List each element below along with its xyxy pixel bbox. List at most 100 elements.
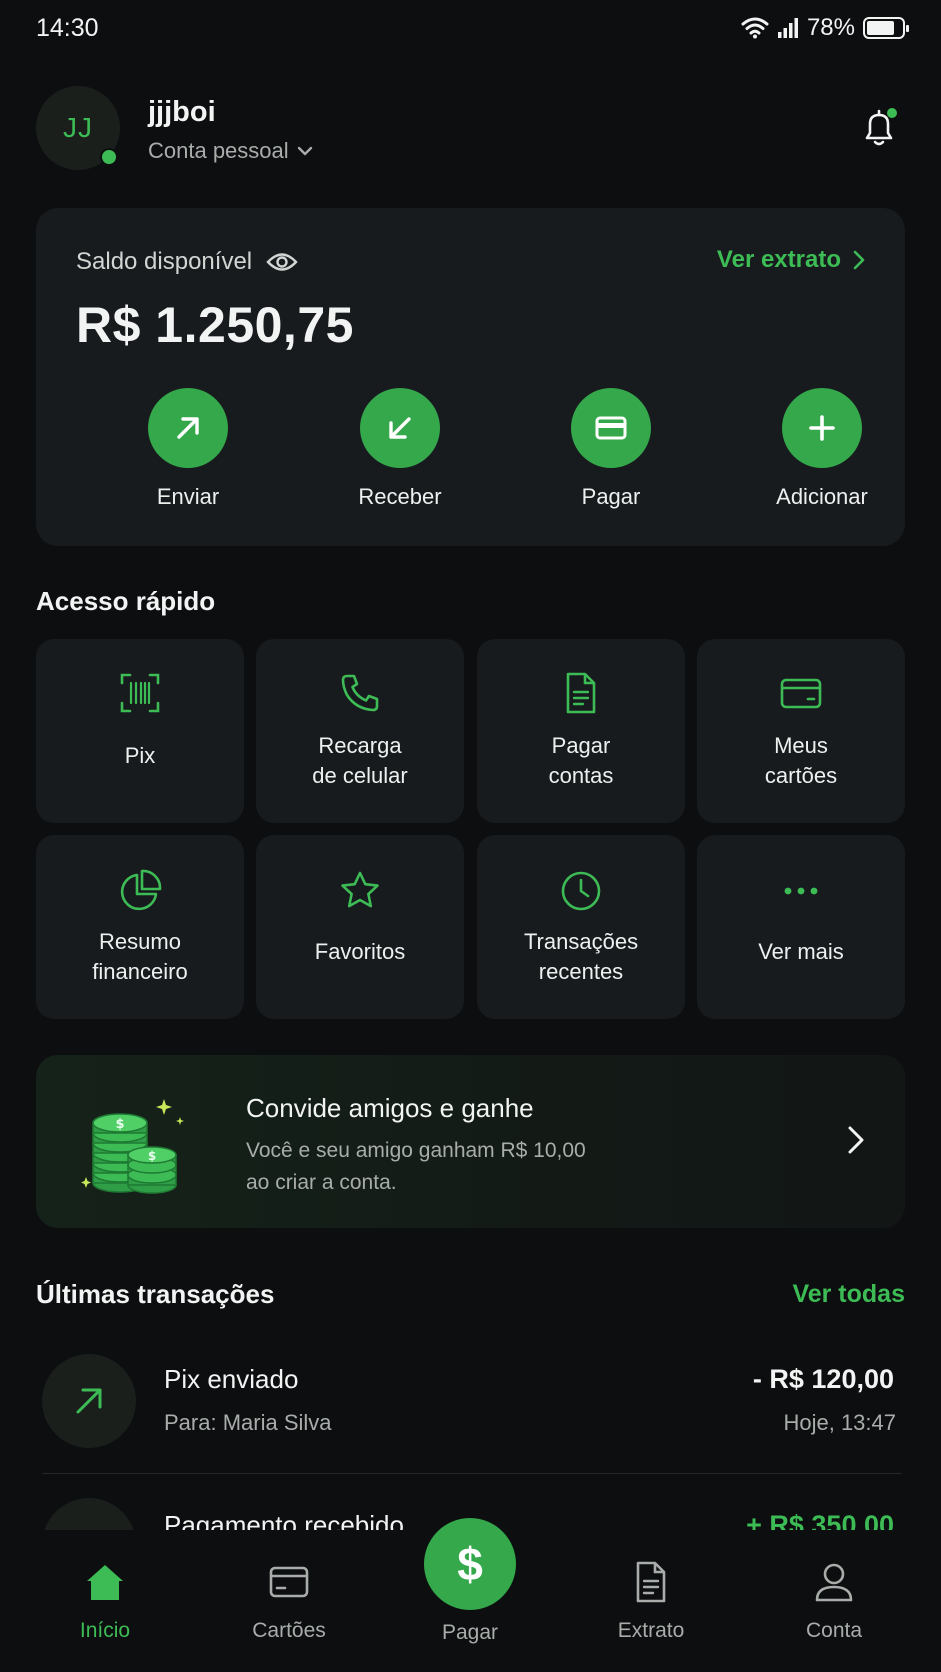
transaction-date: Hoje, 13:47 bbox=[783, 1410, 896, 1435]
pay-button[interactable]: Pagar bbox=[541, 388, 681, 510]
balance-actions: Enviar Receber Pagar Adicionar bbox=[36, 388, 905, 518]
balance-label: Saldo disponível bbox=[76, 248, 253, 275]
star-icon bbox=[341, 871, 379, 908]
quick-access-pix[interactable]: Pix bbox=[36, 639, 244, 823]
quick-access-phone-recharge[interactable]: Recarga de celular bbox=[256, 639, 464, 823]
label-line-1: Resumo bbox=[99, 929, 181, 954]
transaction-icon bbox=[42, 1498, 136, 1530]
quick-access-label: Recarga de celular bbox=[256, 731, 464, 791]
label-line-1: Recarga bbox=[318, 733, 402, 758]
status-indicators: 78% bbox=[741, 14, 909, 42]
quick-access-label: Ver mais bbox=[697, 937, 905, 967]
quick-access-label: Pagar contas bbox=[477, 731, 685, 791]
dollar-icon: $ bbox=[457, 1538, 483, 1590]
header: JJ jjjboi Conta pessoal bbox=[36, 86, 905, 172]
label-line-1: Transações bbox=[523, 929, 639, 954]
quick-access-my-cards[interactable]: Meus cartões bbox=[697, 639, 905, 823]
pay-action-circle bbox=[571, 388, 651, 468]
status-time: 14:30 bbox=[36, 14, 99, 42]
pie-chart-icon bbox=[120, 869, 162, 911]
transaction-title: Pix enviado bbox=[164, 1364, 299, 1394]
invite-friends-banner[interactable]: $ $ Convide amigos e ganhe Você e seu am… bbox=[36, 1055, 905, 1228]
card-icon bbox=[269, 1566, 309, 1598]
signal-icon bbox=[777, 18, 798, 38]
notification-bell-icon[interactable] bbox=[857, 106, 901, 150]
nav-account[interactable]: Conta bbox=[769, 1560, 899, 1643]
quick-access-pay-bills[interactable]: Pagar contas bbox=[477, 639, 685, 823]
transaction-icon bbox=[42, 1354, 136, 1448]
nav-label: Conta bbox=[805, 1619, 863, 1642]
quick-access-see-more[interactable]: Ver mais bbox=[697, 835, 905, 1019]
svg-text:$: $ bbox=[148, 1149, 156, 1163]
send-action-circle bbox=[148, 388, 228, 468]
home-icon bbox=[87, 1565, 123, 1600]
divider bbox=[42, 1473, 902, 1474]
label-line-2: recentes bbox=[538, 959, 624, 984]
quick-access-title: Acesso rápido bbox=[36, 586, 216, 616]
arrow-down-left-icon bbox=[389, 417, 411, 439]
quick-access-label: Favoritos bbox=[256, 937, 464, 967]
quick-access-label: Transações recentes bbox=[477, 927, 685, 987]
battery-percent: 78% bbox=[806, 14, 855, 41]
wifi-icon bbox=[741, 17, 769, 39]
balance-amount: R$ 1.250,75 bbox=[76, 297, 354, 353]
chevron-down-icon bbox=[297, 146, 312, 156]
label-line-2: cartões bbox=[764, 763, 838, 788]
quick-access-favorites[interactable]: Favoritos bbox=[256, 835, 464, 1019]
quick-access-label: Resumo financeiro bbox=[36, 927, 244, 987]
clock-icon bbox=[561, 871, 601, 911]
chevron-right-icon bbox=[853, 250, 865, 270]
invite-line-1: Você e seu amigo ganham R$ 10,00 bbox=[246, 1139, 586, 1162]
nav-cards[interactable]: Cartões bbox=[224, 1560, 354, 1643]
balance-label-row: Saldo disponível bbox=[76, 248, 298, 276]
see-all-transactions-link[interactable]: Ver todas bbox=[792, 1280, 905, 1309]
quick-access-recent-transactions[interactable]: Transações recentes bbox=[477, 835, 685, 1019]
card-icon bbox=[595, 416, 627, 440]
label-line-2: contas bbox=[548, 763, 614, 788]
eye-icon[interactable] bbox=[266, 251, 298, 273]
transaction-row[interactable]: Pix enviado Para: Maria Silva - R$ 120,0… bbox=[40, 1354, 902, 1464]
phone-icon bbox=[341, 674, 379, 712]
pay-fab-button[interactable]: $ bbox=[424, 1518, 516, 1610]
view-statement-label: Ver extrato bbox=[716, 246, 841, 273]
transaction-amount: + R$ 350,00 bbox=[746, 1510, 894, 1530]
receive-action-circle bbox=[360, 388, 440, 468]
account-type-label: Conta pessoal bbox=[148, 138, 289, 163]
pix-scan-icon bbox=[120, 673, 160, 713]
coins-icon: $ $ bbox=[81, 1099, 184, 1194]
label-line-1: Meus bbox=[774, 733, 828, 758]
label-line-2: financeiro bbox=[92, 959, 188, 984]
user-name: jjjboi bbox=[148, 96, 216, 128]
nav-home[interactable]: Início bbox=[40, 1560, 170, 1643]
nav-statement[interactable]: Extrato bbox=[586, 1560, 716, 1643]
receive-button[interactable]: Receber bbox=[330, 388, 470, 510]
quick-access-label: Pix bbox=[36, 741, 244, 771]
user-icon bbox=[815, 1563, 853, 1602]
nav-label: Cartões bbox=[252, 1619, 326, 1642]
nav-label: Extrato bbox=[617, 1619, 685, 1642]
avatar-initials: JJ bbox=[63, 112, 93, 143]
arrow-up-right-icon bbox=[177, 417, 199, 439]
battery-icon bbox=[863, 17, 909, 39]
arrow-up-right-icon bbox=[76, 1388, 102, 1414]
receive-label: Receber bbox=[358, 484, 442, 509]
account-switcher[interactable]: Conta pessoal bbox=[148, 138, 313, 164]
transactions-title: Últimas transações bbox=[36, 1279, 275, 1309]
label-line-1: Favoritos bbox=[314, 939, 406, 964]
nav-label: Início bbox=[79, 1619, 131, 1642]
credit-card-icon bbox=[780, 678, 822, 709]
svg-text:$: $ bbox=[115, 1117, 124, 1132]
pay-label: Pagar bbox=[581, 484, 641, 509]
label-line-2: de celular bbox=[312, 763, 408, 788]
invite-description: Você e seu amigo ganham R$ 10,00 ao cria… bbox=[246, 1135, 666, 1199]
add-money-button[interactable]: Adicionar bbox=[752, 388, 892, 510]
label-line-1: Pagar bbox=[551, 733, 611, 758]
send-button[interactable]: Enviar bbox=[118, 388, 258, 510]
view-statement-link[interactable]: Ver extrato bbox=[717, 246, 865, 274]
plus-icon bbox=[809, 415, 835, 441]
send-label: Enviar bbox=[156, 484, 220, 509]
document-icon bbox=[566, 672, 596, 714]
quick-access-financial-summary[interactable]: Resumo financeiro bbox=[36, 835, 244, 1019]
transaction-amount: - R$ 120,00 bbox=[752, 1364, 894, 1394]
transaction-recipient: Para: Maria Silva bbox=[164, 1410, 332, 1435]
